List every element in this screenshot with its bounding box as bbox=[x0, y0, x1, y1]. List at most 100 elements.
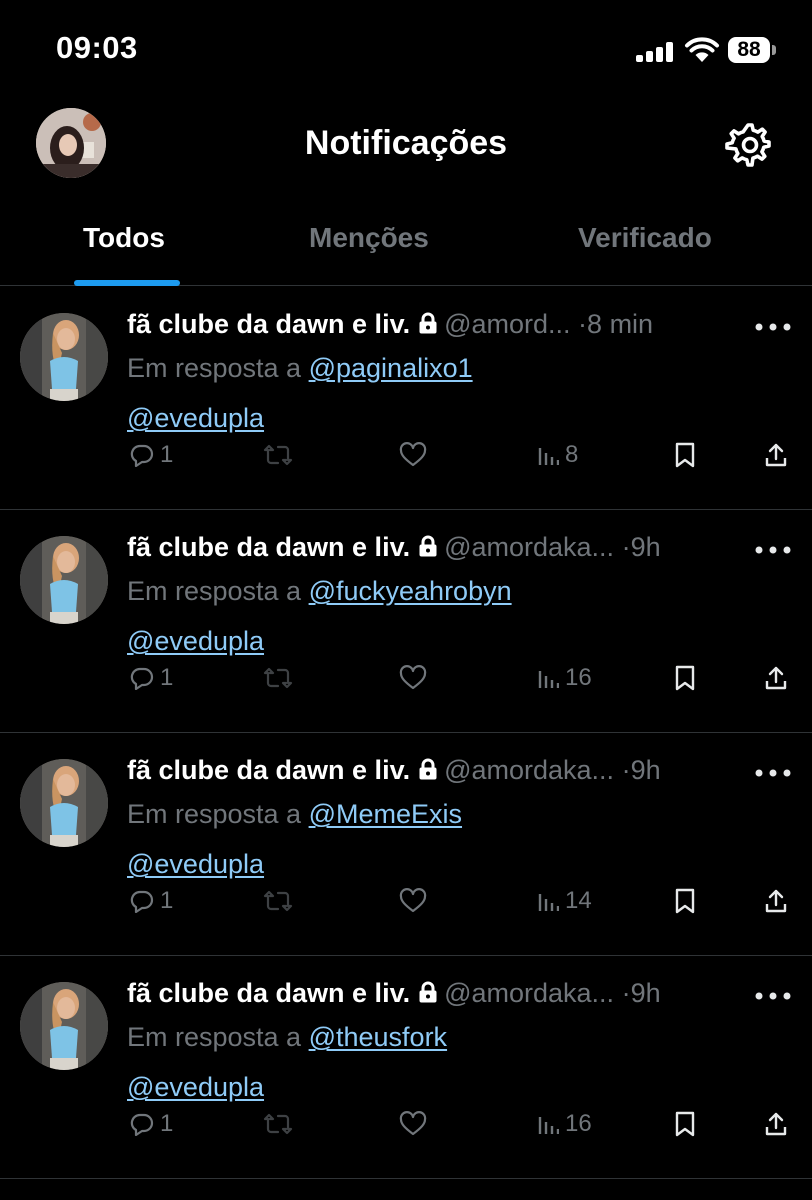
views-count: 8 bbox=[565, 441, 579, 468]
wifi-icon bbox=[685, 37, 719, 62]
author-name[interactable]: fã clube da dawn e liv. bbox=[127, 532, 410, 562]
reply-icon bbox=[130, 667, 154, 690]
reply-count: 1 bbox=[160, 441, 174, 468]
timestamp: 9h bbox=[630, 978, 661, 1008]
retweet-button[interactable] bbox=[263, 658, 293, 698]
reply-context: Em resposta a @theusfork bbox=[127, 1022, 447, 1053]
status-bar: 09:03 88 bbox=[0, 0, 812, 100]
author-name[interactable]: fã clube da dawn e liv. bbox=[127, 309, 410, 339]
views-icon bbox=[538, 894, 559, 911]
views-button[interactable]: 8 bbox=[537, 435, 578, 475]
bookmark-button[interactable] bbox=[674, 435, 696, 475]
share-icon bbox=[765, 1112, 787, 1136]
author-avatar[interactable] bbox=[20, 536, 108, 624]
views-count: 16 bbox=[565, 664, 592, 691]
mention-link[interactable]: @evedupla bbox=[127, 1072, 264, 1103]
retweet-icon bbox=[263, 667, 293, 689]
author-avatar[interactable] bbox=[20, 759, 108, 847]
like-button[interactable] bbox=[399, 1104, 427, 1144]
timestamp: 9h bbox=[630, 755, 661, 785]
views-icon bbox=[538, 1117, 559, 1134]
author-avatar[interactable] bbox=[20, 313, 108, 401]
share-button[interactable] bbox=[764, 658, 788, 698]
views-button[interactable]: 14 bbox=[537, 881, 592, 921]
share-button[interactable] bbox=[764, 881, 788, 921]
retweet-button[interactable] bbox=[263, 435, 293, 475]
reply-to-link[interactable]: @paginalixo1 bbox=[309, 353, 473, 383]
author-name[interactable]: fã clube da dawn e liv. bbox=[127, 978, 410, 1008]
separator-dot: · bbox=[621, 755, 631, 785]
separator-dot: · bbox=[621, 978, 631, 1008]
action-bar: 1 14 bbox=[0, 881, 812, 921]
author-avatar[interactable] bbox=[20, 982, 108, 1070]
reply-to-link[interactable]: @theusfork bbox=[309, 1022, 447, 1052]
gear-icon[interactable] bbox=[725, 120, 775, 170]
author-handle[interactable]: @amordaka... bbox=[444, 755, 614, 785]
author-name[interactable]: fã clube da dawn e liv. bbox=[127, 755, 410, 785]
notification-header: fã clube da dawn e liv. @amordaka... ·9h bbox=[127, 978, 737, 1014]
like-button[interactable] bbox=[399, 435, 427, 475]
views-button[interactable]: 16 bbox=[537, 1104, 592, 1144]
more-icon[interactable] bbox=[755, 992, 791, 1000]
views-count: 16 bbox=[565, 1110, 592, 1137]
mention-link[interactable]: @evedupla bbox=[127, 849, 264, 880]
separator-dot: · bbox=[578, 309, 588, 339]
reply-button[interactable]: 1 bbox=[130, 1104, 173, 1144]
page-title: Notificações bbox=[304, 124, 508, 162]
like-button[interactable] bbox=[399, 658, 427, 698]
notification-item[interactable]: fã clube da dawn e liv. @amord... ·8 min … bbox=[0, 287, 812, 510]
reply-context: Em resposta a @fuckyeahrobyn bbox=[127, 576, 512, 607]
notification-item[interactable]: fã clube da dawn e liv. @amordaka... ·9h … bbox=[0, 733, 812, 956]
share-button[interactable] bbox=[764, 1104, 788, 1144]
mention-link[interactable]: @evedupla bbox=[127, 626, 264, 657]
reply-button[interactable]: 1 bbox=[130, 435, 173, 475]
lock-icon bbox=[419, 758, 437, 780]
timestamp: 8 min bbox=[587, 309, 654, 339]
reply-button[interactable]: 1 bbox=[130, 658, 173, 698]
reply-icon bbox=[130, 890, 154, 913]
heart-icon bbox=[399, 442, 427, 467]
tab-mencoes[interactable]: Menções bbox=[309, 222, 429, 254]
views-count: 14 bbox=[565, 887, 592, 914]
more-icon[interactable] bbox=[755, 546, 791, 554]
tab-todos[interactable]: Todos bbox=[83, 222, 165, 254]
views-button[interactable]: 16 bbox=[537, 658, 592, 698]
share-icon bbox=[765, 889, 787, 913]
bookmark-icon bbox=[675, 1111, 695, 1137]
bookmark-icon bbox=[675, 665, 695, 691]
bookmark-button[interactable] bbox=[674, 1104, 696, 1144]
retweet-button[interactable] bbox=[263, 881, 293, 921]
retweet-icon bbox=[263, 890, 293, 912]
retweet-button[interactable] bbox=[263, 1104, 293, 1144]
reply-button[interactable]: 1 bbox=[130, 881, 173, 921]
header: Notificações bbox=[0, 100, 812, 200]
action-bar: 1 8 bbox=[0, 435, 812, 475]
share-button[interactable] bbox=[764, 435, 788, 475]
notification-item[interactable]: fã clube da dawn e liv. @amordaka... ·9h … bbox=[0, 956, 812, 1179]
bookmark-button[interactable] bbox=[674, 881, 696, 921]
tab-verificado[interactable]: Verificado bbox=[578, 222, 712, 254]
author-handle[interactable]: @amordaka... bbox=[444, 532, 614, 562]
notification-header: fã clube da dawn e liv. @amordaka... ·9h bbox=[127, 532, 737, 568]
reply-count: 1 bbox=[160, 1110, 174, 1137]
notification-item[interactable]: fã clube da dawn e liv. @amordaka... ·9h … bbox=[0, 510, 812, 733]
timestamp: 9h bbox=[630, 532, 661, 562]
more-icon[interactable] bbox=[755, 769, 791, 777]
active-tab-indicator bbox=[74, 280, 180, 286]
like-button[interactable] bbox=[399, 881, 427, 921]
bookmark-icon bbox=[675, 442, 695, 468]
more-icon[interactable] bbox=[755, 323, 791, 331]
lock-icon bbox=[419, 312, 437, 334]
author-handle[interactable]: @amordaka... bbox=[444, 978, 614, 1008]
action-bar: 1 16 bbox=[0, 1104, 812, 1144]
share-icon bbox=[765, 666, 787, 690]
mention-link[interactable]: @evedupla bbox=[127, 403, 264, 434]
bookmark-button[interactable] bbox=[674, 658, 696, 698]
action-bar: 1 16 bbox=[0, 658, 812, 698]
reply-icon bbox=[130, 444, 154, 467]
separator-dot: · bbox=[621, 532, 631, 562]
reply-to-link[interactable]: @MemeExis bbox=[309, 799, 462, 829]
reply-to-link[interactable]: @fuckyeahrobyn bbox=[309, 576, 512, 606]
reply-prefix: Em resposta a bbox=[127, 576, 302, 606]
author-handle[interactable]: @amord... bbox=[444, 309, 570, 339]
